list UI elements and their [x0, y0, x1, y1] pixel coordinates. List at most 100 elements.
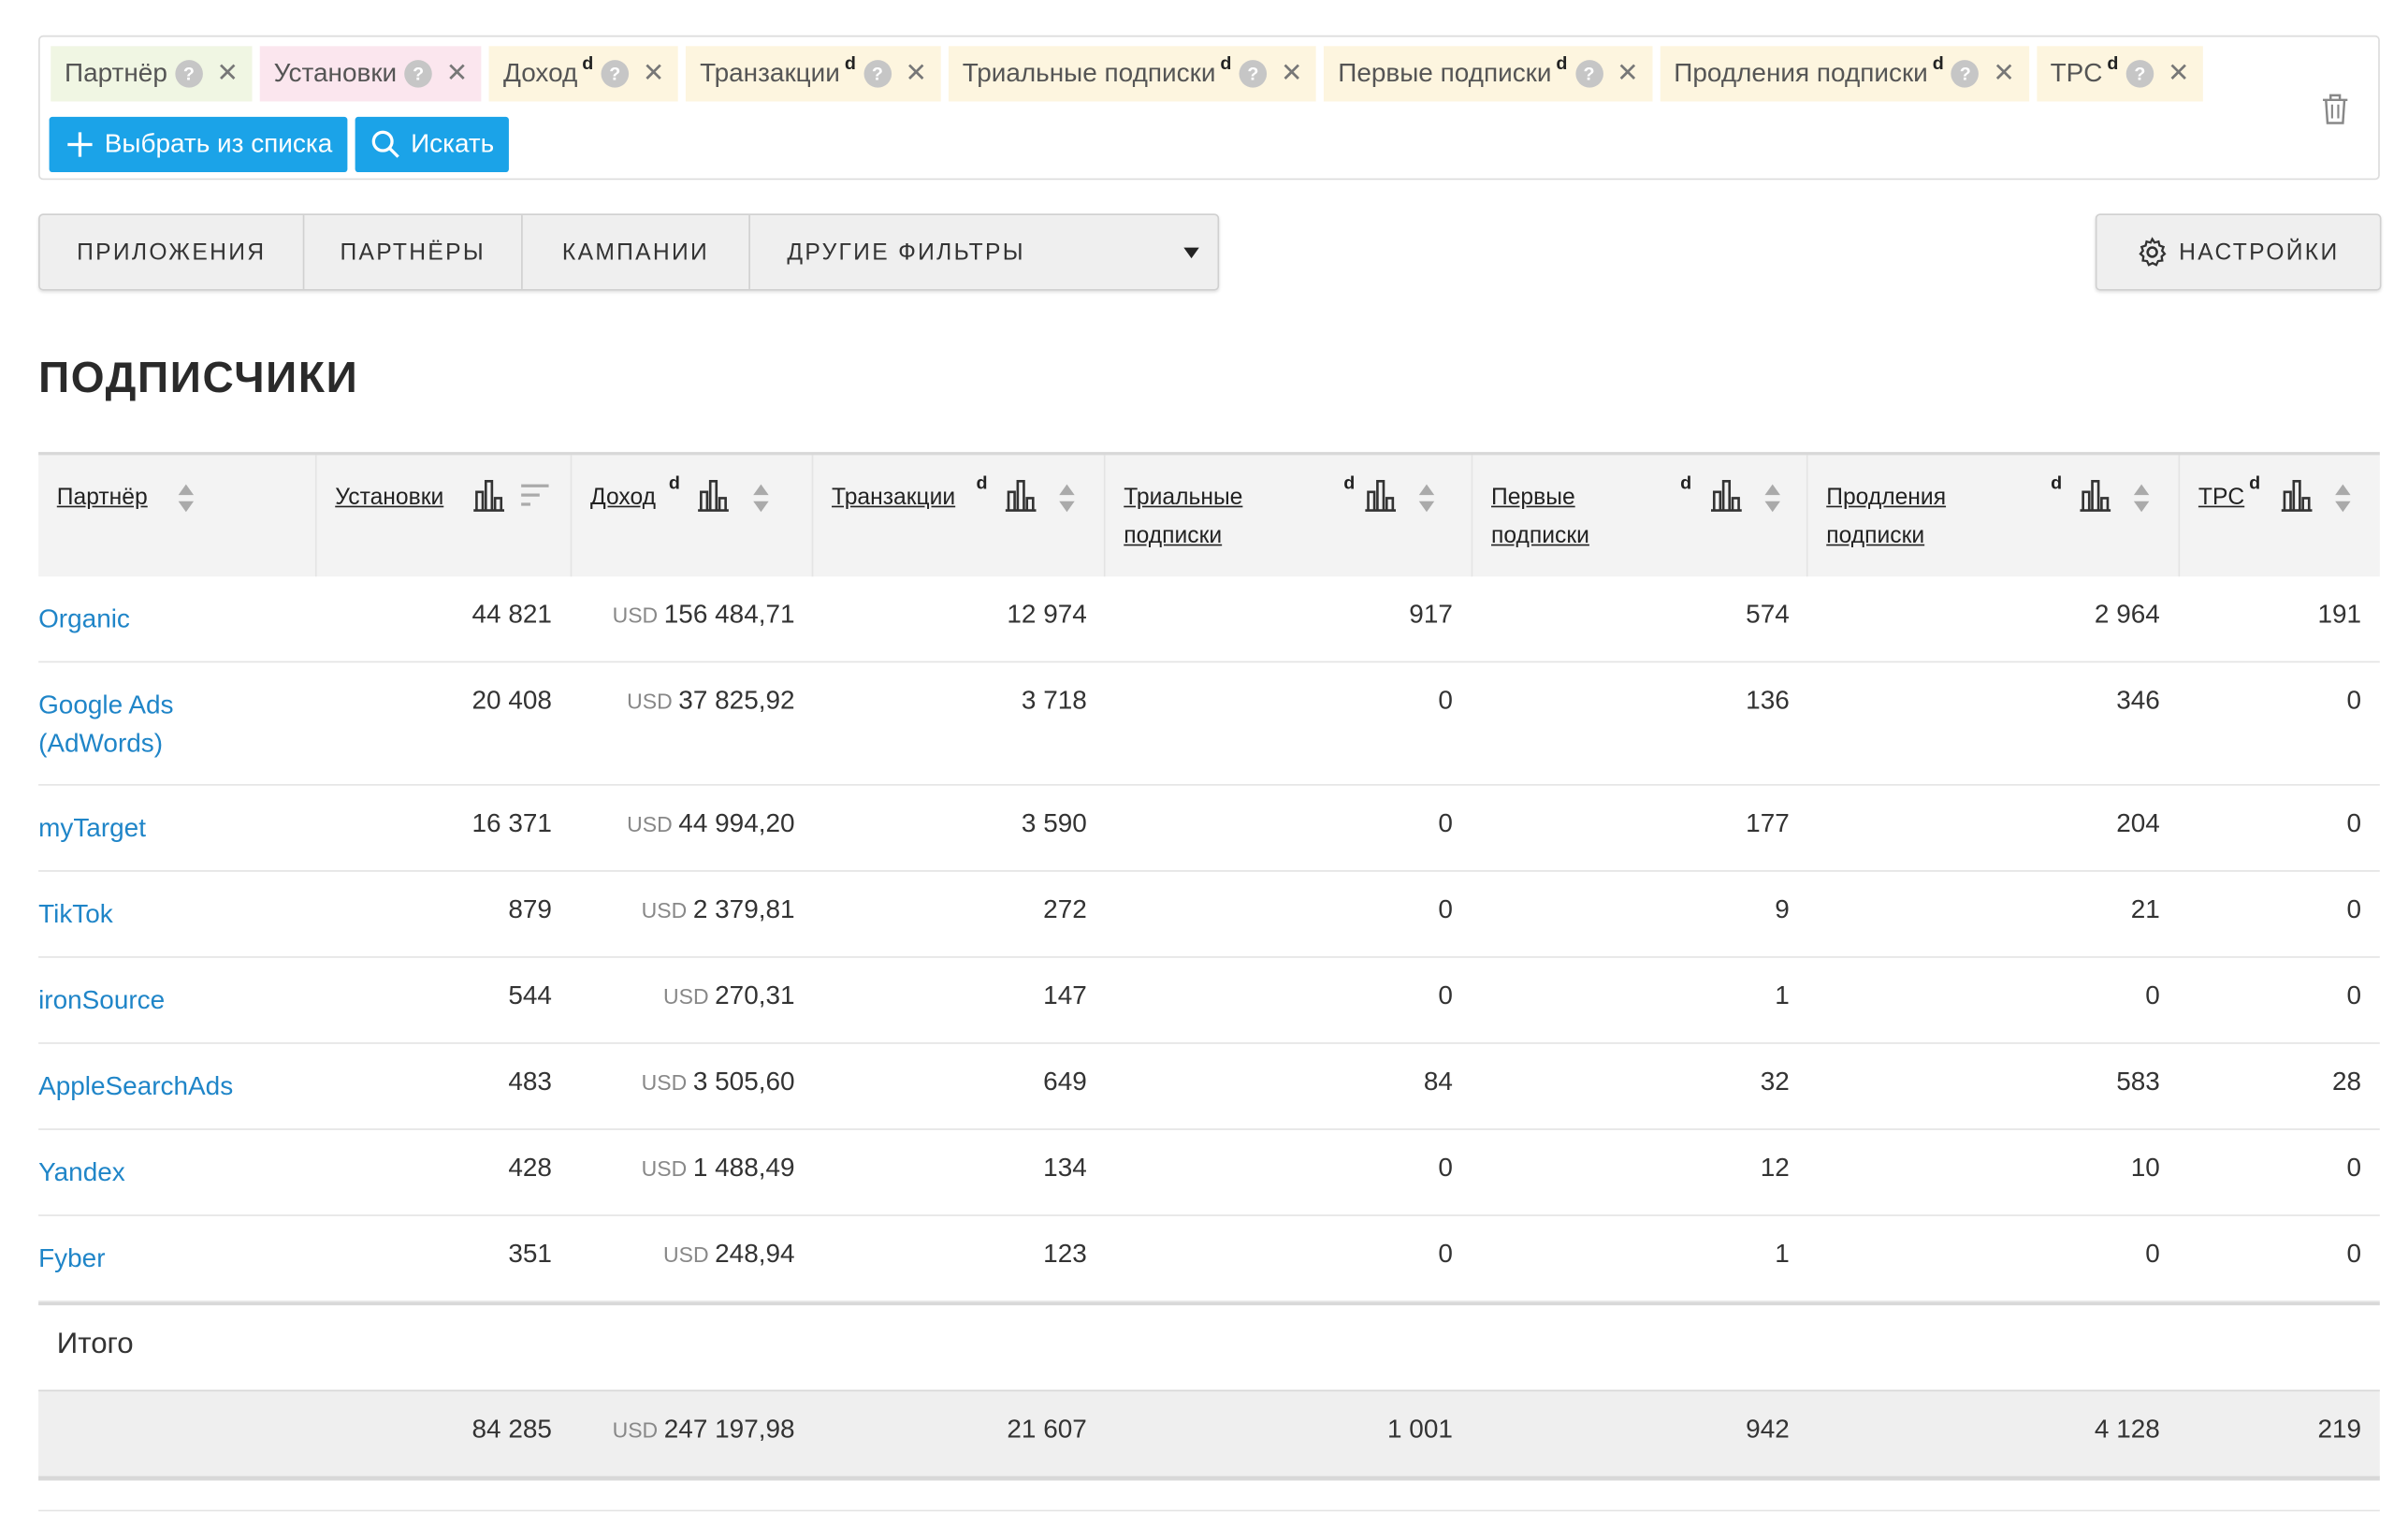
choose-from-list-button[interactable]: Выбрать из списка	[49, 116, 348, 173]
col-renewals[interactable]: Продления подписки d	[1808, 455, 2181, 577]
chip-label: Продления подписки	[1674, 58, 1928, 88]
cell-transactions: 3 718	[1021, 685, 1087, 716]
cell-renewals: 21	[2130, 894, 2160, 924]
help-icon[interactable]: ?	[404, 60, 432, 88]
partner-link[interactable]: TikTok	[38, 894, 113, 933]
tab-campaigns[interactable]: КАМПАНИИ	[523, 215, 750, 289]
col-transactions[interactable]: Транзакции d	[813, 455, 1106, 577]
tab-apps-label: ПРИЛОЖЕНИЯ	[77, 239, 267, 266]
col-first[interactable]: Первые подписки d	[1472, 455, 1808, 577]
bar-chart-icon[interactable]	[473, 478, 505, 512]
cell-transactions: 3 590	[1021, 808, 1087, 838]
chip-label: Партнёр	[65, 58, 167, 88]
bar-chart-icon[interactable]	[1365, 478, 1397, 512]
chip-renewals[interactable]: Продления подписки d ? ✕	[1660, 46, 2029, 102]
chip-installs[interactable]: Установки ? ✕	[259, 46, 482, 102]
chip-label: TPC	[2050, 58, 2103, 88]
col-first-sup: d	[1680, 472, 1692, 494]
sort-desc-icon[interactable]	[521, 481, 549, 509]
sort-icon[interactable]	[2334, 481, 2353, 515]
sort-icon[interactable]	[752, 481, 771, 515]
currency-label: USD	[612, 603, 659, 628]
help-icon[interactable]: ?	[601, 60, 630, 88]
col-revenue[interactable]: Доход d	[572, 455, 814, 577]
cell-revenue: USD 2 379,81	[642, 894, 795, 925]
close-icon[interactable]: ✕	[1281, 58, 1302, 89]
chip-first[interactable]: Первые подписки d ? ✕	[1324, 46, 1653, 102]
help-icon[interactable]: ?	[863, 60, 892, 88]
sort-icon[interactable]	[2132, 481, 2151, 515]
table-row: Fyber 351 USD 248,94 123 0 1 0 0	[38, 1216, 2380, 1302]
partner-link[interactable]: Fyber	[38, 1239, 105, 1277]
bar-chart-icon[interactable]	[2281, 478, 2313, 512]
tab-apps[interactable]: ПРИЛОЖЕНИЯ	[40, 215, 305, 289]
tab-partners[interactable]: ПАРТНЁРЫ	[304, 215, 523, 289]
currency-label: USD	[612, 1417, 659, 1443]
page-title: ПОДПИСЧИКИ	[38, 353, 359, 401]
sort-icon[interactable]	[177, 481, 196, 515]
help-icon[interactable]: ?	[175, 60, 203, 88]
col-trial[interactable]: Триальные подписки d	[1106, 455, 1473, 577]
settings-button[interactable]: НАСТРОЙКИ	[2095, 213, 2382, 291]
bar-chart-icon[interactable]	[698, 478, 729, 512]
col-partner[interactable]: Партнёр	[38, 455, 317, 577]
cell-first: 177	[1746, 808, 1790, 838]
bar-chart-icon[interactable]	[2080, 478, 2111, 512]
sort-icon[interactable]	[1417, 481, 1436, 515]
tab-other-filters[interactable]: ДРУГИЕ ФИЛЬТРЫ	[750, 215, 1218, 289]
cell-trial: 0	[1438, 1153, 1453, 1183]
cell-revenue-value: 2 379,81	[692, 894, 795, 924]
col-tpc[interactable]: TPC d	[2180, 455, 2380, 576]
close-icon[interactable]: ✕	[1617, 58, 1638, 89]
cell-trial: 917	[1409, 599, 1453, 630]
cell-trial: 0	[1438, 808, 1453, 838]
col-renewals-label: Продления подписки	[1826, 484, 1947, 549]
chip-sup: d	[1220, 51, 1232, 74]
partner-link[interactable]: ironSource	[38, 980, 165, 1019]
partner-link[interactable]: myTarget	[38, 808, 146, 847]
partner-link[interactable]: AppleSearchAds	[38, 1067, 233, 1105]
cell-tpc: 0	[2346, 980, 2362, 1010]
help-icon[interactable]: ?	[1239, 60, 1268, 88]
trash-icon[interactable]	[2320, 93, 2351, 134]
search-button[interactable]: Искать	[355, 116, 510, 173]
sort-icon[interactable]	[1058, 481, 1077, 515]
close-icon[interactable]: ✕	[216, 58, 238, 89]
chip-revenue[interactable]: Доход d ? ✕	[489, 46, 679, 102]
col-installs[interactable]: Установки	[317, 455, 573, 577]
col-installs-label: Установки	[335, 484, 444, 511]
cell-tpc: 0	[2346, 685, 2362, 716]
help-icon[interactable]: ?	[2125, 60, 2154, 88]
partner-link[interactable]: Yandex	[38, 1153, 125, 1191]
filter-bar: Партнёр ? ✕ Установки ? ✕ Доход d ? ✕ Тр…	[38, 35, 2380, 181]
col-revenue-sup: d	[668, 472, 680, 494]
chip-tpc[interactable]: TPC d ? ✕	[2036, 46, 2204, 102]
currency-label: USD	[641, 1155, 688, 1182]
chip-partner[interactable]: Партнёр ? ✕	[51, 46, 253, 102]
tab-other-filters-label: ДРУГИЕ ФИЛЬТРЫ	[787, 239, 1025, 266]
col-tpc-sup: d	[2249, 472, 2261, 494]
help-icon[interactable]: ?	[1574, 60, 1603, 88]
chip-trial[interactable]: Триальные подписки d ? ✕	[948, 46, 1317, 102]
close-icon[interactable]: ✕	[643, 58, 664, 89]
close-icon[interactable]: ✕	[1993, 58, 2014, 89]
cell-tpc: 0	[2346, 808, 2362, 838]
cell-renewals: 583	[2116, 1067, 2160, 1097]
gear-icon	[2139, 237, 2168, 267]
chip-sup: d	[1932, 51, 1944, 74]
help-icon[interactable]: ?	[1951, 60, 1980, 88]
sort-icon[interactable]	[1763, 481, 1782, 515]
table-row: ironSource 544 USD 270,31 147 0 1 0 0	[38, 958, 2380, 1044]
close-icon[interactable]: ✕	[446, 58, 468, 89]
chip-label: Триальные подписки	[962, 58, 1216, 88]
bar-chart-icon[interactable]	[1710, 478, 1742, 512]
bar-chart-icon[interactable]	[1005, 478, 1037, 512]
cell-revenue: USD 248,94	[663, 1239, 795, 1270]
partner-link[interactable]: Google Ads (AdWords)	[38, 686, 223, 762]
partner-link[interactable]: Organic	[38, 600, 130, 638]
close-icon[interactable]: ✕	[2168, 58, 2189, 89]
table-header: Партнёр Установки Доход d Транзакции d Т…	[38, 452, 2380, 577]
chip-transactions[interactable]: Транзакции d ? ✕	[686, 46, 941, 102]
chip-sup: d	[1556, 51, 1568, 74]
close-icon[interactable]: ✕	[905, 58, 926, 89]
